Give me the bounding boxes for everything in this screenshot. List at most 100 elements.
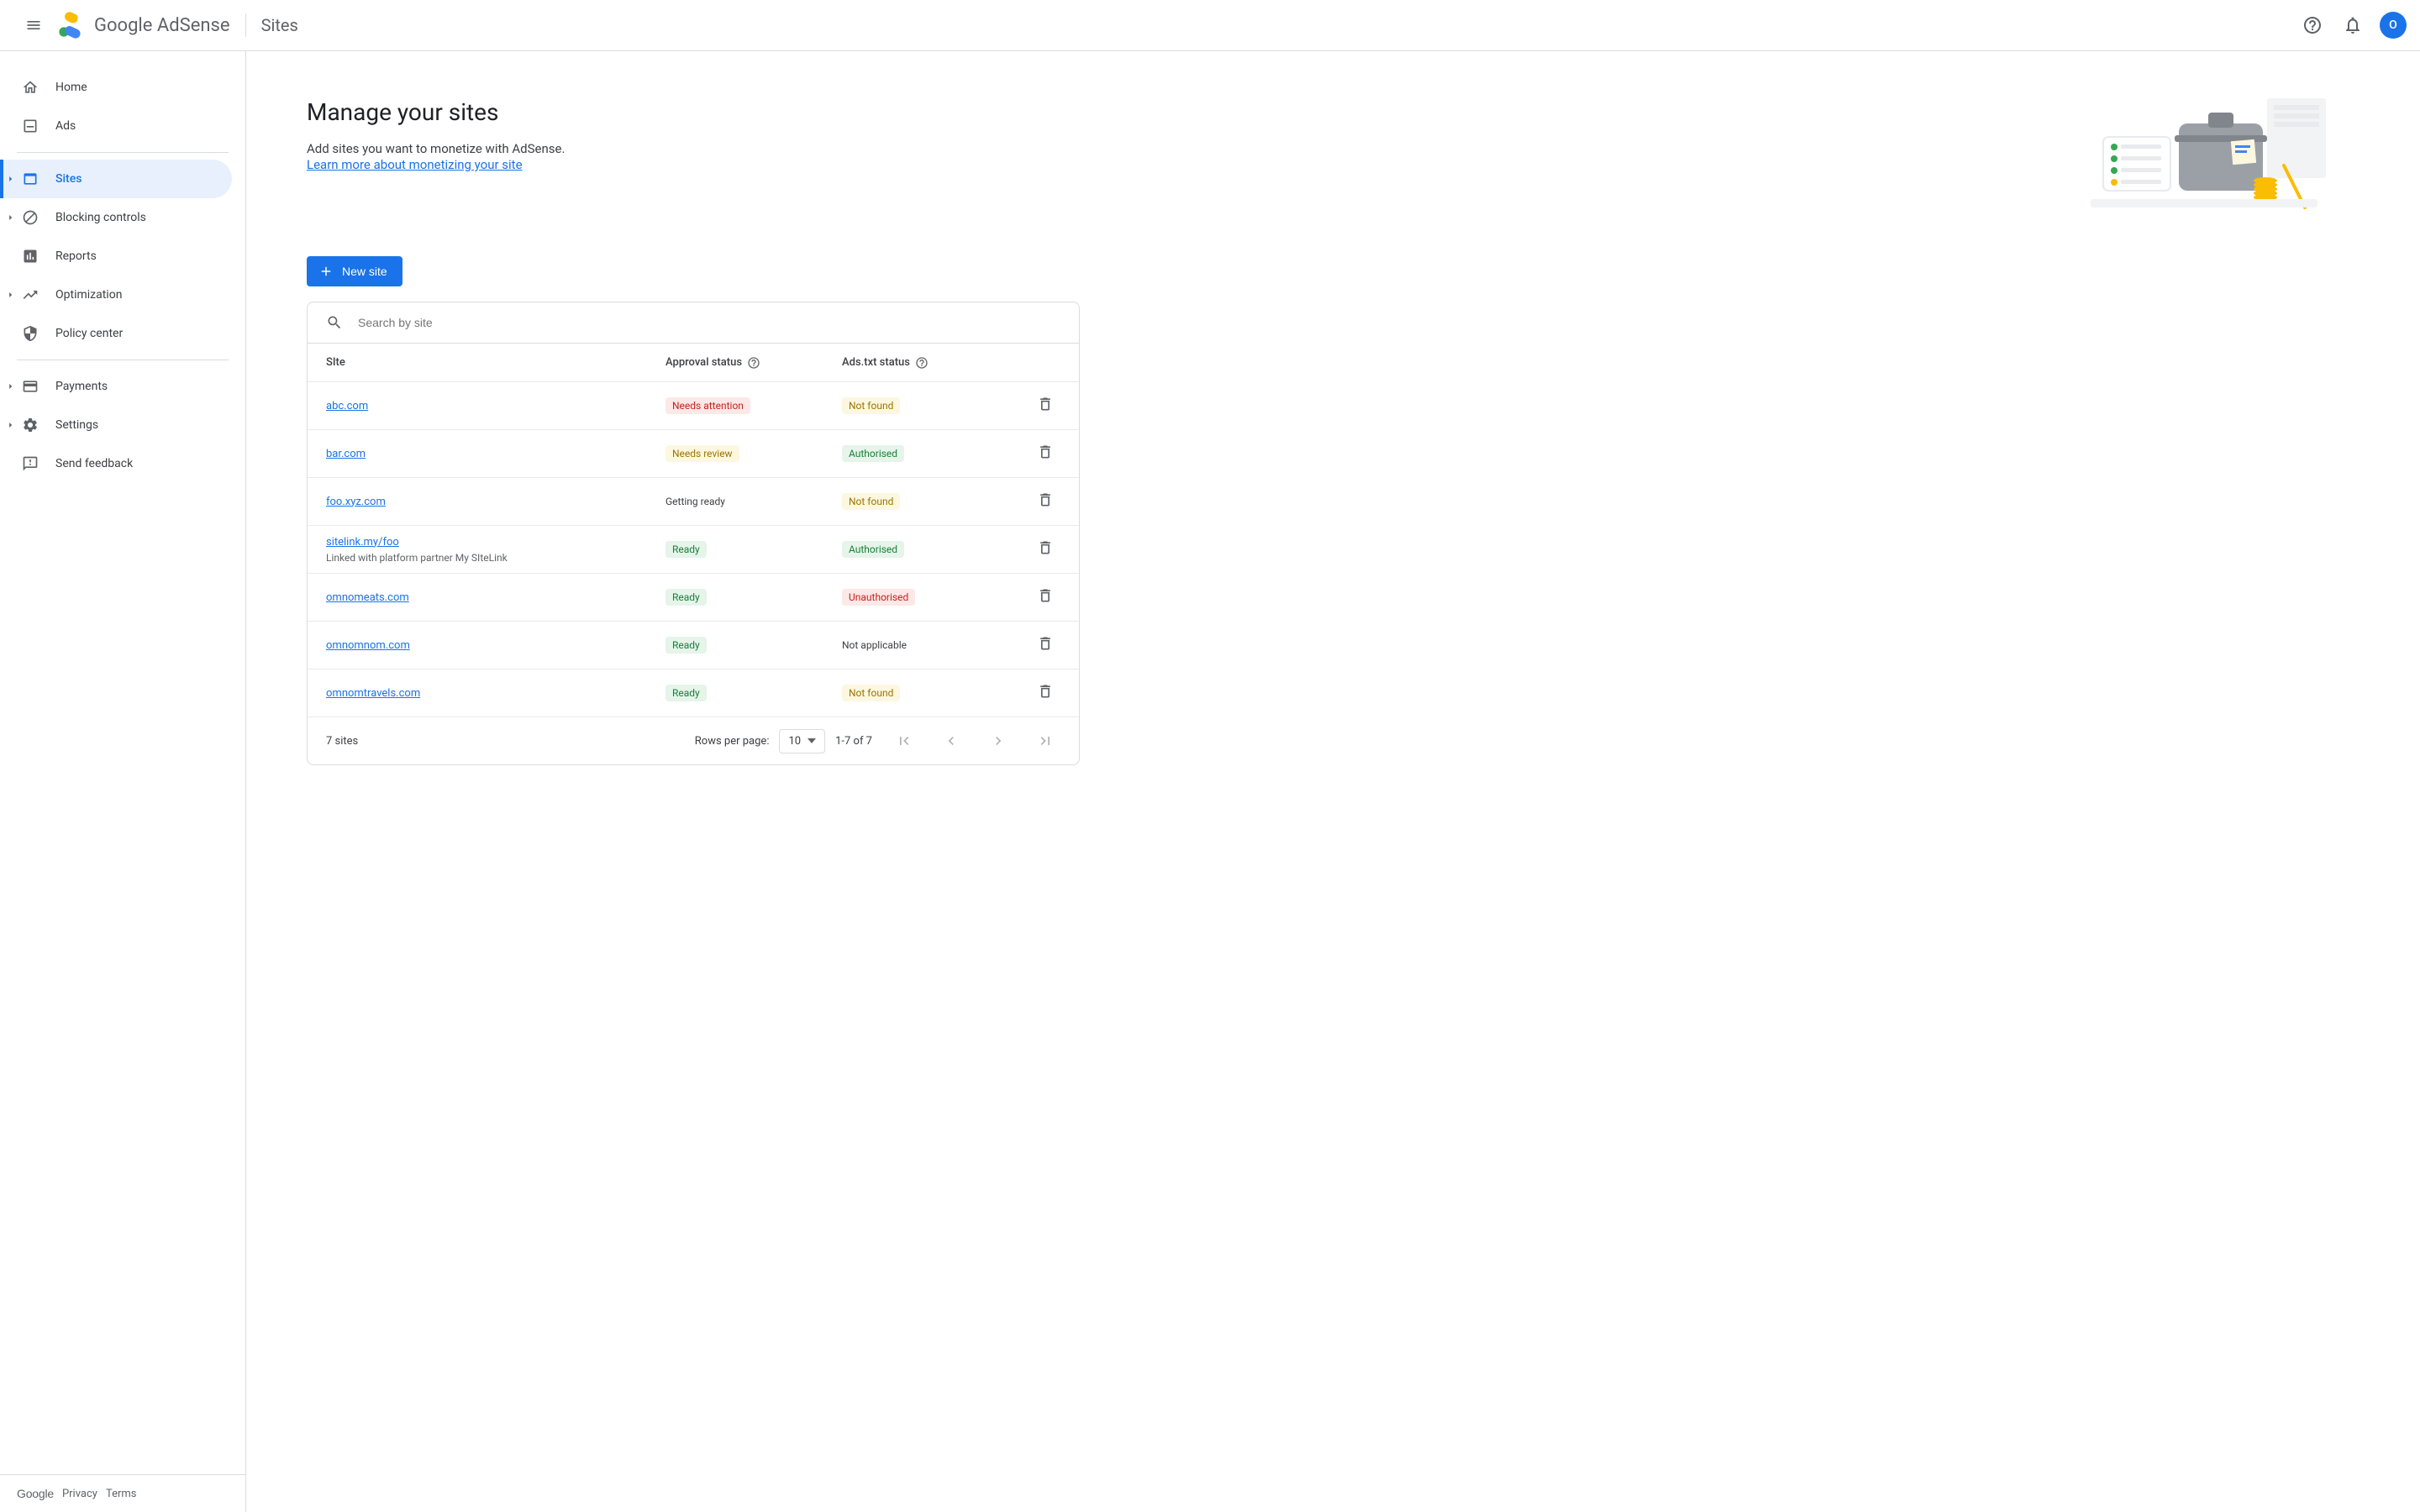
site-link[interactable]: foo.xyz.com (326, 496, 386, 508)
brand-logo[interactable]: Google AdSense (57, 12, 230, 39)
block-icon (22, 209, 39, 226)
user-avatar[interactable]: O (2380, 12, 2407, 39)
new-site-label: New site (342, 265, 387, 278)
app-header: Google AdSense Sites O (0, 0, 2420, 51)
page-last-button[interactable] (1030, 726, 1060, 756)
sites-count: 7 sites (326, 735, 358, 748)
main-content: Manage your sites Add sites you want to … (246, 51, 2420, 1512)
page-title: Manage your sites (307, 98, 565, 126)
card-icon (22, 378, 39, 395)
table-row: omnomnom.com Ready Not applicable (308, 622, 1079, 669)
site-link[interactable]: abc.com (326, 400, 368, 412)
page-prev-button[interactable] (936, 726, 966, 756)
menu-button[interactable] (13, 5, 54, 45)
approval-badge: Ready (666, 685, 707, 701)
page-range: 1-7 of 7 (835, 735, 872, 748)
delete-button[interactable] (1030, 534, 1060, 564)
ads-badge: Not found (842, 397, 900, 414)
delete-button[interactable] (1030, 391, 1060, 421)
feedback-icon (22, 455, 39, 472)
approval-badge: Ready (666, 541, 707, 558)
hero-illustration (2091, 98, 2360, 216)
nav-label: Home (55, 81, 87, 94)
nav-item-blocking[interactable]: Blocking controls (0, 198, 232, 237)
ads-badge: Authorised (842, 541, 904, 558)
gear-icon (22, 417, 39, 433)
rows-per-page-select[interactable]: 10 (779, 729, 825, 753)
ads-badge: Not applicable (842, 637, 913, 654)
nav-item-sites[interactable]: Sites (0, 160, 232, 198)
help-icon[interactable] (915, 356, 929, 370)
table-row: sitelink.my/foo Linked with platform part… (308, 526, 1079, 574)
section-title: Sites (261, 15, 298, 35)
footer-terms-link[interactable]: Terms (106, 1488, 137, 1500)
notifications-button[interactable] (2336, 8, 2370, 42)
plus-icon (318, 264, 334, 279)
ads-badge: Authorised (842, 445, 904, 462)
trash-icon (1037, 491, 1054, 512)
bell-icon (2343, 15, 2363, 35)
new-site-button[interactable]: New site (307, 256, 402, 286)
header-divider (245, 13, 246, 37)
page-next-button[interactable] (983, 726, 1013, 756)
sites-card: SIte Approval status Ads.txt status abc.… (307, 302, 1080, 765)
sidebar-footer: Google Privacy Terms (0, 1474, 245, 1512)
nav-item-feedback[interactable]: Send feedback (0, 444, 232, 483)
site-subtitle: Linked with platform partner My SIteLink (326, 552, 666, 564)
search-icon (326, 314, 343, 331)
delete-button[interactable] (1030, 630, 1060, 660)
trash-icon (1037, 635, 1054, 655)
help-icon[interactable] (747, 356, 760, 370)
approval-badge: Ready (666, 637, 707, 654)
nav-label: Settings (55, 418, 98, 432)
table-footer: 7 sites Rows per page: 10 1-7 of 7 (308, 717, 1079, 764)
footer-brand: Google (17, 1487, 54, 1500)
nav-item-payments[interactable]: Payments (0, 367, 232, 406)
delete-button[interactable] (1030, 582, 1060, 612)
reports-icon (22, 248, 39, 265)
chevron-right-icon (990, 732, 1007, 749)
nav-item-ads[interactable]: Ads (0, 107, 232, 145)
trash-icon (1037, 683, 1054, 703)
trash-icon (1037, 396, 1054, 416)
page-first-button[interactable] (889, 726, 919, 756)
ads-badge: Not found (842, 685, 900, 701)
site-link[interactable]: omnomeats.com (326, 591, 409, 604)
page-subtitle: Add sites you want to monetize with AdSe… (307, 141, 565, 156)
table-row: omnomtravels.com Ready Not found (308, 669, 1079, 717)
nav-label: Reports (55, 249, 97, 263)
approval-badge: Ready (666, 589, 707, 606)
last-page-icon (1037, 732, 1054, 749)
nav-label: Payments (55, 380, 108, 393)
sites-icon (22, 171, 39, 187)
footer-privacy-link[interactable]: Privacy (62, 1488, 97, 1500)
site-link[interactable]: bar.com (326, 448, 366, 460)
hamburger-icon (25, 17, 42, 34)
approval-badge: Needs review (666, 445, 739, 462)
nav-item-home[interactable]: Home (0, 68, 232, 107)
delete-button[interactable] (1030, 438, 1060, 469)
nav-item-policy[interactable]: Policy center (0, 314, 232, 353)
learn-more-link[interactable]: Learn more about monetizing your site (307, 157, 523, 172)
nav-item-reports[interactable]: Reports (0, 237, 232, 276)
nav-sidebar: Home Ads Sites Blocking controls Reports… (0, 51, 246, 1512)
help-button[interactable] (2296, 8, 2329, 42)
delete-button[interactable] (1030, 678, 1060, 708)
nav-item-optimization[interactable]: Optimization (0, 276, 232, 314)
site-link[interactable]: omnomtravels.com (326, 687, 420, 700)
brand-text: Google AdSense (94, 15, 230, 36)
site-link[interactable]: omnomnom.com (326, 639, 410, 652)
nav-label: Send feedback (55, 457, 133, 470)
col-ads: Ads.txt status (842, 356, 1010, 370)
table-header: SIte Approval status Ads.txt status (308, 344, 1079, 382)
delete-button[interactable] (1030, 486, 1060, 517)
first-page-icon (896, 732, 913, 749)
approval-badge: Getting ready (666, 493, 732, 510)
adsense-logo-icon (57, 12, 84, 39)
table-row: abc.comNeeds attentionNot found (308, 382, 1079, 430)
nav-item-settings[interactable]: Settings (0, 406, 232, 444)
site-link[interactable]: sitelink.my/foo (326, 536, 399, 549)
chevron-right-icon (8, 423, 13, 428)
ads-badge: Not found (842, 493, 900, 510)
search-input[interactable] (358, 316, 1060, 329)
